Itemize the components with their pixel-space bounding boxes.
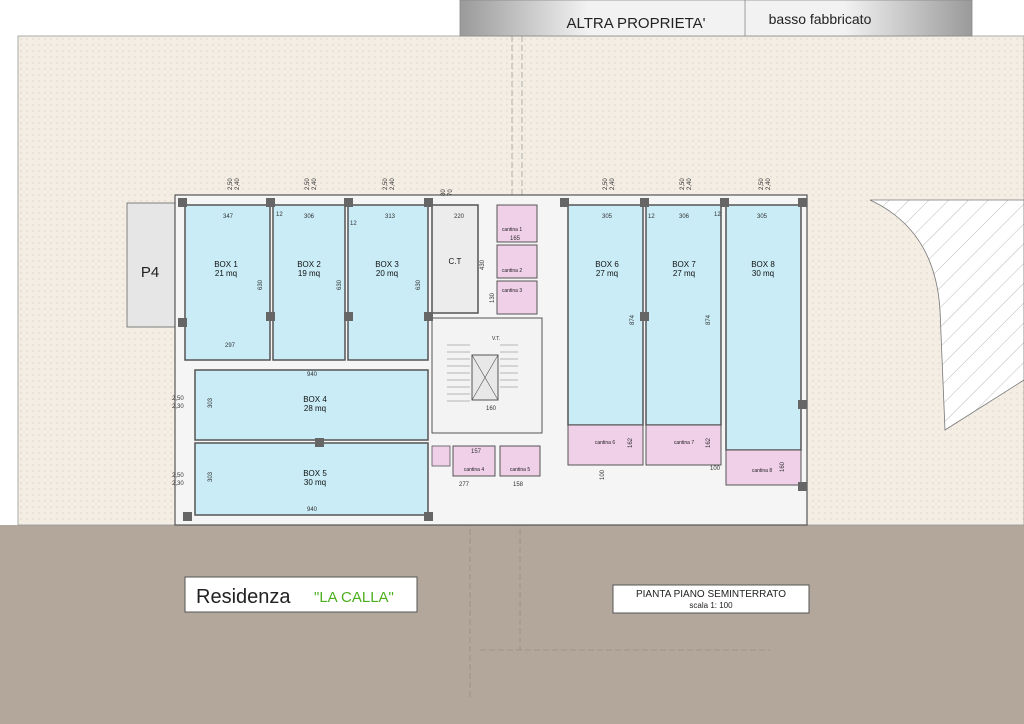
svg-text:630: 630: [416, 279, 422, 290]
svg-text:2,40: 2,40: [766, 178, 772, 190]
svg-text:303: 303: [208, 471, 214, 482]
cantina-2-label: cantina 2: [502, 268, 523, 274]
box-5-name: BOX 5: [303, 469, 327, 478]
svg-text:940: 940: [307, 507, 318, 513]
svg-text:12: 12: [350, 221, 357, 227]
svg-text:306: 306: [304, 214, 315, 220]
svg-text:874: 874: [706, 314, 712, 325]
svg-text:162: 162: [706, 437, 712, 448]
box-7-area: 27 mq: [673, 269, 695, 278]
box-6-area: 27 mq: [596, 269, 618, 278]
box-2-area: 19 mq: [298, 269, 320, 278]
box-6-name: BOX 6: [595, 260, 619, 269]
svg-text:2,50: 2,50: [383, 178, 389, 190]
box-2-room: [272, 204, 346, 361]
residenza-label: Residenza: [196, 586, 291, 608]
svg-text:158: 158: [513, 482, 524, 488]
box-3-area: 20 mq: [376, 269, 398, 278]
svg-text:2,50: 2,50: [759, 178, 765, 190]
svg-text:306: 306: [679, 214, 690, 220]
svg-text:80: 80: [441, 189, 447, 196]
neighbor-label: ALTRA PROPRIETA': [566, 15, 705, 32]
svg-text:130: 130: [490, 292, 496, 303]
box-4-name: BOX 4: [303, 395, 327, 404]
neighbor-sub: basso fabbricato: [769, 11, 872, 27]
svg-text:157: 157: [471, 449, 482, 455]
svg-text:2,50: 2,50: [172, 473, 184, 479]
box-3-name: BOX 3: [375, 260, 399, 269]
cantina-left-strip: [431, 445, 451, 467]
svg-text:430: 430: [480, 259, 486, 270]
cantina-3-label: cantina 3: [502, 288, 523, 294]
plan-title: PIANTA PIANO SEMINTERRATO: [636, 589, 786, 600]
svg-text:2,40: 2,40: [687, 178, 693, 190]
svg-text:277: 277: [459, 482, 470, 488]
cantina-5-label: cantina 5: [510, 467, 531, 473]
cantina-3-room: [496, 280, 538, 315]
svg-text:100: 100: [600, 469, 606, 480]
svg-text:874: 874: [630, 314, 636, 325]
svg-text:160: 160: [780, 461, 786, 472]
svg-text:100: 100: [710, 466, 721, 472]
vt-label: V.T.: [492, 336, 500, 342]
svg-text:70: 70: [448, 189, 454, 196]
svg-text:12: 12: [714, 212, 721, 218]
svg-text:305: 305: [602, 214, 613, 220]
residenza-name: "LA CALLA": [314, 589, 394, 606]
svg-text:12: 12: [648, 214, 655, 220]
svg-text:940: 940: [307, 372, 318, 378]
svg-text:2,50: 2,50: [228, 178, 234, 190]
parking-label: P4: [141, 264, 159, 281]
svg-text:2,50: 2,50: [680, 178, 686, 190]
svg-text:12: 12: [276, 212, 283, 218]
svg-text:2,40: 2,40: [235, 178, 241, 190]
cantina-1-label: cantina 1: [502, 227, 523, 233]
stair-dim: 160: [486, 406, 497, 412]
cantina-4-label: cantina 4: [464, 467, 485, 473]
svg-text:303: 303: [208, 397, 214, 408]
box-2-name: BOX 2: [297, 260, 321, 269]
svg-text:630: 630: [337, 279, 343, 290]
box-8-area: 30 mq: [752, 269, 774, 278]
svg-text:2,50: 2,50: [305, 178, 311, 190]
svg-text:162: 162: [628, 437, 634, 448]
header-band: [459, 0, 973, 37]
box-8-name: BOX 8: [751, 260, 775, 269]
svg-text:2,40: 2,40: [312, 178, 318, 190]
svg-text:313: 313: [385, 214, 396, 220]
svg-text:630: 630: [258, 279, 264, 290]
box-5-area: 30 mq: [304, 478, 326, 487]
ground-area: [0, 525, 1024, 724]
box-7-name: BOX 7: [672, 260, 696, 269]
cantina-7-label: cantina 7: [674, 440, 695, 446]
svg-text:347: 347: [223, 214, 234, 220]
box-1-name: BOX 1: [214, 260, 238, 269]
svg-text:165: 165: [510, 236, 521, 242]
ct-label: C.T: [449, 257, 462, 266]
floor-plan: ALTRA PROPRIETA' basso fabbricato P4 C.T…: [0, 0, 1024, 724]
svg-text:220: 220: [454, 214, 465, 220]
svg-text:2,40: 2,40: [390, 178, 396, 190]
svg-text:297: 297: [225, 343, 236, 349]
svg-text:2,30: 2,30: [172, 481, 184, 487]
svg-text:2,40: 2,40: [610, 178, 616, 190]
svg-text:2,30: 2,30: [172, 404, 184, 410]
plan-scale: scala 1: 100: [689, 601, 733, 610]
svg-text:2,50: 2,50: [172, 396, 184, 402]
cantina-8-label: cantina 8: [752, 468, 773, 474]
svg-text:2,50: 2,50: [603, 178, 609, 190]
box-4-area: 28 mq: [304, 404, 326, 413]
box-8-room: [725, 204, 802, 451]
svg-text:305: 305: [757, 214, 768, 220]
cantina-6-label: cantina 6: [595, 440, 616, 446]
box-1-area: 21 mq: [215, 269, 237, 278]
